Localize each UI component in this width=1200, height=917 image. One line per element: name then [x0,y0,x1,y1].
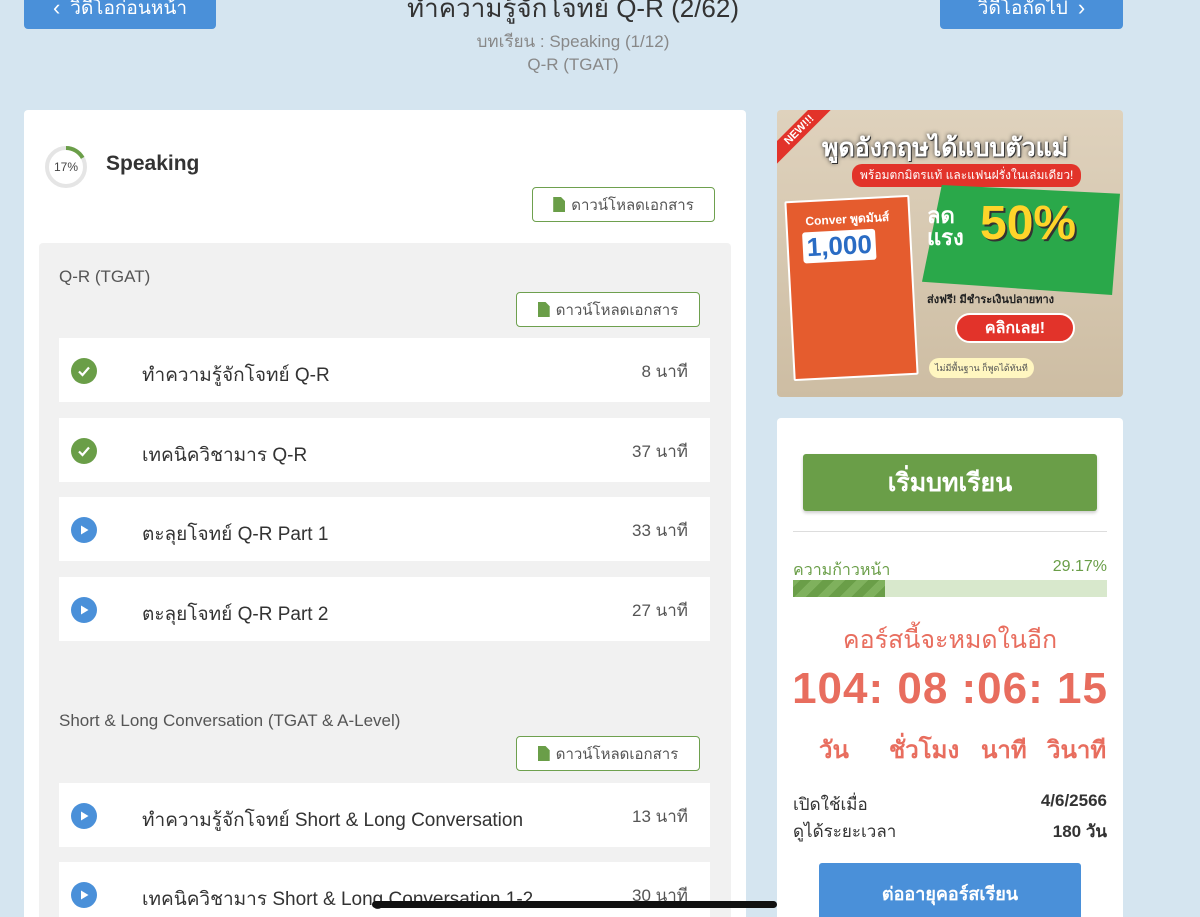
next-video-button[interactable]: วิดีโอถัดไป › [940,0,1123,29]
countdown-days-unit: วัน [819,737,849,764]
play-circle-icon [71,597,97,623]
countdown-minutes-unit: นาที [981,737,1027,764]
promo-banner[interactable]: NEW!!! พูดอังกฤษได้แบบตัวแม่ พร้อมตกมิตร… [777,110,1123,397]
download-label: ดาวน์โหลดเอกสาร [571,196,694,214]
next-video-label: วิดีโอถัดไป [977,0,1068,19]
lesson-duration: 33 นาที [631,521,688,540]
progress-value: 29.17% [1052,558,1107,575]
lesson-name: ตะลุยโจทย์ Q-R Part 2 [142,604,329,625]
lesson-subtitle: บทเรียน : Speaking (1/12) [476,32,670,51]
divider [793,531,1107,532]
home-indicator [372,901,777,908]
document-icon [537,746,550,761]
shipping-text: ส่งฟรี! มีชำระเงินปลายทาง [927,294,1055,306]
group-title: Short & Long Conversation (TGAT & A-Leve… [59,711,401,730]
course-content-panel: 17% Speaking ดาวน์โหลดเอกสาร Q-R (TGAT) … [24,110,746,917]
promo-subline: พร้อมตกมิตรแท้ และแฟนฝรั่งในเล่มเดียว! [852,164,1082,187]
document-icon [537,302,550,317]
group-title: Q-R (TGAT) [59,267,151,286]
download-label: ดาวน์โหลดเอกสาร [555,745,679,763]
lesson-name: ทำความรู้จักโจทย์ Short & Long Conversat… [142,810,524,831]
lesson-duration: 27 นาที [631,601,688,620]
countdown-seconds-unit: วินาที [1047,737,1107,764]
progress-bar [793,580,1107,597]
lesson-name: ทำความรู้จักโจทย์ Q-R [142,365,330,386]
countdown-hours-unit: ชั่วโมง [889,737,960,764]
section-title: Speaking [106,152,200,175]
group-download-button[interactable]: ดาวน์โหลดเอกสาร [516,736,700,771]
discount-label-line2: แรง [927,225,964,250]
check-circle-icon [71,358,97,384]
check-circle-icon [71,438,97,464]
group-download-button[interactable]: ดาวน์โหลดเอกสาร [516,292,700,327]
section-progress-label: 17% [53,160,79,174]
download-label: ดาวน์โหลดเอกสาร [555,301,679,319]
start-lesson-button[interactable]: เริ่มบทเรียน [803,454,1097,511]
section-download-button[interactable]: ดาวน์โหลดเอกสาร [532,187,715,222]
lesson-row[interactable]: ตะลุยโจทย์ Q-R Part 1 33 นาที [59,497,710,561]
lesson-duration: 8 นาที [641,362,688,381]
play-circle-icon [71,517,97,543]
access-duration-label: ดูได้ระยะเวลา [793,822,897,841]
renew-course-button[interactable]: ต่ออายุคอร์สเรียน [819,863,1081,917]
lesson-groups: Q-R (TGAT) ดาวน์โหลดเอกสาร ทำความรู้จักโ… [39,243,731,917]
open-date-value: 4/6/2566 [1040,791,1107,810]
lesson-duration: 37 นาที [631,442,688,461]
book-number: 1,000 [802,228,877,264]
promo-headline: พูดอังกฤษได้แบบตัวแม่ [822,134,1069,162]
progress-bar-fill [793,580,885,597]
countdown-timer: 104: 08 :06: 15 [792,664,1108,713]
lesson-name: เทคนิควิชามาร Short & Long Conversation … [142,889,534,910]
access-duration-value: 180 วัน [1052,822,1107,841]
discount-value: 50% [980,197,1077,250]
lesson-row[interactable]: เทคนิควิชามาร Q-R 37 นาที [59,418,710,482]
expiry-title: คอร์สนี้จะหมดในอีก [842,626,1058,654]
course-info-card: เริ่มบทเรียน ความก้าวหน้า 29.17% คอร์สนี… [777,418,1123,917]
book-title: Conver พูดมันส์ [805,209,890,229]
chevron-right-icon: › [1077,0,1086,20]
lesson-group: Q-R (TGAT) [527,55,619,74]
lesson-row[interactable]: ตะลุยโจทย์ Q-R Part 2 27 นาที [59,577,710,641]
lesson-row[interactable]: ทำความรู้จักโจทย์ Q-R 8 นาที [59,338,710,402]
lesson-name: เทคนิควิชามาร Q-R [142,445,308,466]
discount-label: ลด แรง [927,205,964,249]
lesson-name: ตะลุยโจทย์ Q-R Part 1 [142,524,329,545]
lesson-row[interactable]: ทำความรู้จักโจทย์ Short & Long Conversat… [59,783,710,847]
promo-cta-button[interactable]: คลิกเลย! [955,313,1075,343]
lesson-duration: 13 นาที [631,807,688,826]
lesson-row[interactable]: เทคนิควิชามาร Short & Long Conversation … [59,862,710,917]
book-cover-image: Conver พูดมันส์ 1,000 [784,194,919,382]
play-circle-icon [71,803,97,829]
open-date-label: เปิดใช้เมื่อ [793,795,868,814]
document-icon [553,197,566,212]
promo-note: ไม่มีพื้นฐาน ก็พูดได้ทันที [929,358,1034,378]
play-circle-icon [71,882,97,908]
